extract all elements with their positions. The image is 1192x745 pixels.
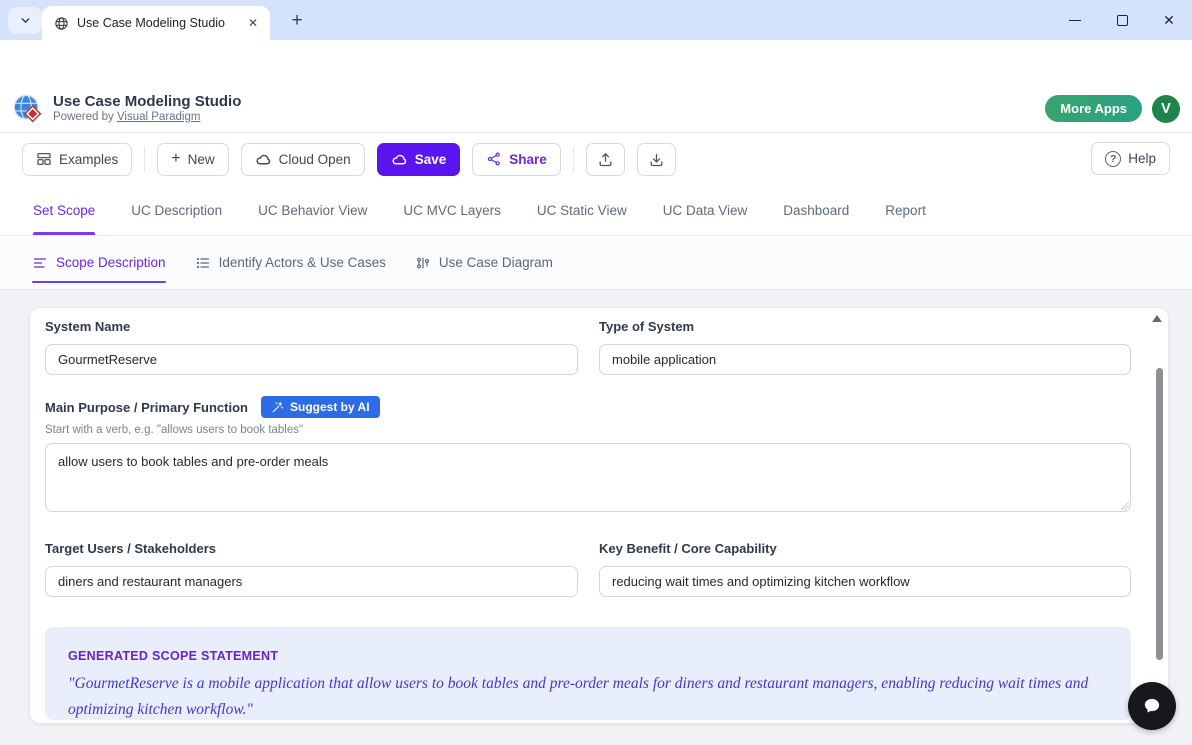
save-button[interactable]: Save (377, 143, 461, 176)
key-benefit-input[interactable] (599, 566, 1131, 597)
maximize-icon (1117, 15, 1128, 26)
cloud-open-button[interactable]: Cloud Open (241, 143, 365, 176)
export-button[interactable] (586, 143, 625, 176)
window-controls: ✕ (1060, 0, 1184, 40)
subtab-identify-actors[interactable]: Identify Actors & Use Cases (195, 236, 386, 289)
cloud-icon (255, 151, 272, 168)
browser-toolbar: ← → ai-toolbox.visual-paradigm.com/app/u… (0, 40, 1192, 85)
tab-title: Use Case Modeling Studio (77, 16, 246, 30)
actionbar-separator (144, 146, 145, 172)
tab-uc-data-view[interactable]: UC Data View (663, 185, 748, 235)
window-maximize-button[interactable] (1107, 5, 1137, 35)
header-right: More Apps V (1045, 95, 1180, 123)
examples-button[interactable]: Examples (22, 143, 132, 176)
suggest-by-ai-button[interactable]: Suggest by AI (261, 396, 380, 418)
upload-icon (597, 151, 614, 168)
new-tab-button[interactable]: + (284, 8, 310, 34)
chat-button[interactable] (1128, 682, 1176, 730)
question-icon: ? (1105, 151, 1121, 167)
chat-bubble-icon (1141, 695, 1163, 717)
new-button[interactable]: + New (157, 143, 228, 176)
tab-uc-mvc-layers[interactable]: UC MVC Layers (403, 185, 501, 235)
diagram-icon (415, 255, 431, 271)
action-bar: Examples + New Cloud Open Save Share (0, 133, 1192, 185)
type-of-system-input[interactable] (599, 344, 1131, 375)
app-title: Use Case Modeling Studio (53, 93, 241, 110)
minimize-icon (1069, 20, 1081, 21)
tab-close-icon[interactable]: ✕ (246, 14, 260, 32)
scope-statement-text: "GourmetReserve is a mobile application … (68, 671, 1108, 723)
tab-set-scope[interactable]: Set Scope (33, 185, 95, 235)
purpose-label-row: Main Purpose / Primary Function Suggest … (45, 396, 380, 418)
magic-wand-icon (271, 401, 284, 414)
layout-icon (36, 151, 52, 167)
text-lines-icon (32, 255, 48, 271)
tab-report[interactable]: Report (885, 185, 926, 235)
scrollbar-up-arrow[interactable] (1152, 315, 1162, 322)
share-button[interactable]: Share (472, 143, 561, 176)
share-icon (486, 151, 502, 167)
app-title-block: Use Case Modeling Studio Powered by Visu… (53, 93, 241, 124)
cloud-save-icon (391, 151, 408, 168)
chevron-down-icon (19, 14, 32, 27)
globe-icon (54, 16, 69, 31)
browser-tab-strip: Use Case Modeling Studio ✕ + ✕ (0, 0, 1192, 40)
tab-dashboard[interactable]: Dashboard (783, 185, 849, 235)
purpose-hint: Start with a verb, e.g. "allows users to… (45, 424, 303, 436)
window-minimize-button[interactable] (1060, 5, 1090, 35)
browser-tab[interactable]: Use Case Modeling Studio ✕ (42, 6, 270, 40)
import-button[interactable] (637, 143, 676, 176)
type-of-system-label: Type of System (599, 319, 694, 334)
scrollbar-thumb[interactable] (1156, 368, 1163, 660)
key-benefit-label: Key Benefit / Core Capability (599, 541, 777, 556)
target-users-label: Target Users / Stakeholders (45, 541, 216, 556)
scope-form-card: System Name Type of System Main Purpose … (30, 308, 1168, 723)
subtab-use-case-diagram[interactable]: Use Case Diagram (415, 236, 553, 289)
more-apps-button[interactable]: More Apps (1045, 95, 1142, 122)
target-users-input[interactable] (45, 566, 578, 597)
tab-search-button[interactable] (8, 7, 42, 34)
actionbar-separator (573, 146, 574, 172)
user-avatar[interactable]: V (1152, 95, 1180, 123)
generated-scope-statement-box: GENERATED SCOPE STATEMENT "GourmetReserv… (45, 627, 1131, 720)
main-purpose-textarea[interactable]: allow users to book tables and pre-order… (45, 443, 1131, 512)
visual-paradigm-link[interactable]: Visual Paradigm (117, 111, 201, 123)
main-tab-bar: Set Scope UC Description UC Behavior Vie… (0, 185, 1192, 236)
help-button[interactable]: ? Help (1091, 142, 1170, 175)
resize-grip-icon[interactable] (1120, 501, 1130, 511)
main-purpose-label: Main Purpose / Primary Function (45, 400, 248, 415)
system-name-input[interactable] (45, 344, 578, 375)
sub-tab-bar: Scope Description Identify Actors & Use … (0, 236, 1192, 290)
plus-icon: + (171, 150, 180, 168)
powered-by: Powered by Visual Paradigm (53, 110, 241, 124)
tab-uc-description[interactable]: UC Description (131, 185, 222, 235)
visual-paradigm-logo (12, 93, 44, 125)
tab-uc-behavior-view[interactable]: UC Behavior View (258, 185, 367, 235)
tab-uc-static-view[interactable]: UC Static View (537, 185, 627, 235)
system-name-label: System Name (45, 319, 130, 334)
list-icon (195, 255, 211, 271)
scope-statement-title: GENERATED SCOPE STATEMENT (68, 649, 278, 663)
active-subtab-indicator (32, 281, 166, 284)
window-close-button[interactable]: ✕ (1154, 5, 1184, 35)
content-area: System Name Type of System Main Purpose … (0, 290, 1192, 745)
download-icon (648, 151, 665, 168)
app-header: Use Case Modeling Studio Powered by Visu… (0, 85, 1192, 133)
subtab-scope-description[interactable]: Scope Description (32, 236, 166, 289)
active-tab-indicator (33, 232, 95, 235)
